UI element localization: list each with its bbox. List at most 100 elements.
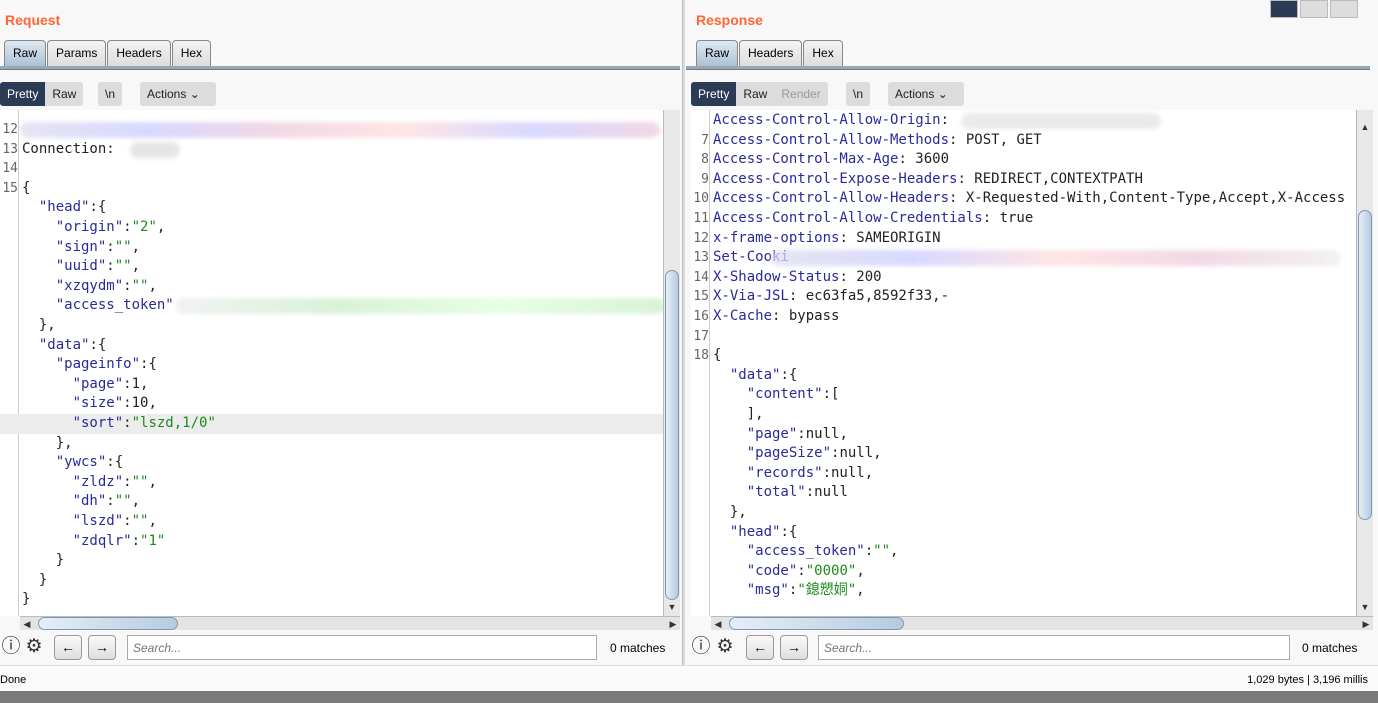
code-token: Access-Control-Allow-Headers	[713, 190, 950, 207]
line-text: "data":{	[22, 336, 106, 356]
line-text: "total":null	[713, 483, 848, 503]
newline-toggle[interactable]: \n	[846, 82, 871, 106]
view-pretty-button[interactable]: Pretty	[691, 82, 737, 106]
code-token: "sign"	[55, 238, 107, 255]
code-token: :	[123, 277, 132, 294]
tab-hex[interactable]: Hex	[803, 40, 843, 67]
code-token: :{	[780, 523, 798, 540]
code-line: 11 Access-Control-Allow-Credentials: true	[691, 209, 1356, 229]
line-text: X-Shadow-Status: 200	[713, 268, 882, 288]
code-line: "lszd":"",	[0, 512, 663, 532]
window-bottom-edge	[0, 691, 1378, 703]
scroll-right-icon[interactable]: ▶	[1359, 617, 1373, 631]
tab-raw[interactable]: Raw	[4, 40, 47, 67]
line-text: {	[22, 179, 30, 199]
line-number: 18	[693, 348, 709, 364]
actions-button[interactable]: Actions ⌄	[888, 82, 964, 106]
code-token: ""	[114, 238, 132, 255]
code-token: ""	[114, 493, 132, 510]
request-vertical-scrollbar[interactable]: ▼	[663, 110, 680, 616]
code-token: :1,	[123, 375, 149, 392]
redacted-region	[175, 298, 663, 314]
help-icon[interactable]: ⓘ	[0, 636, 22, 658]
code-token: "2"	[131, 219, 157, 235]
code-line: "dh":"",	[0, 492, 663, 512]
scroll-thumb[interactable]	[1358, 210, 1372, 520]
line-text: "sign":"",	[22, 238, 140, 258]
code-token: }	[22, 571, 48, 588]
view-raw-button[interactable]: Raw	[45, 82, 84, 106]
code-token: ,	[856, 582, 865, 599]
code-line: "zldz":"",	[0, 473, 663, 493]
request-editor[interactable]: 12 13 Connection: 14 15{ "head":{ "origin":…	[0, 110, 663, 616]
line-text: Connection:	[22, 140, 123, 160]
line-text: "xzqydm":"",	[22, 277, 157, 297]
code-token: "head"	[38, 199, 90, 216]
code-token: },	[22, 317, 56, 333]
code-token: "pageSize"	[746, 445, 832, 462]
tab-raw[interactable]: Raw	[696, 40, 739, 67]
gear-icon[interactable]: ⚙	[714, 636, 736, 658]
line-number: 14	[693, 269, 709, 285]
previous-match-button[interactable]: ←	[746, 635, 774, 660]
tab-headers[interactable]: Headers	[107, 40, 171, 67]
code-line: "origin":"2",	[0, 218, 663, 238]
line-number: 16	[693, 309, 709, 324]
response-vertical-scrollbar[interactable]: ▲ ▼	[1356, 110, 1373, 616]
line-text: "zdqlr":"1"	[22, 532, 166, 552]
code-token: : X-Requested-With,Content-Type,Accept,X…	[949, 190, 1346, 207]
request-match-count: 0 matches	[610, 641, 666, 655]
newline-toggle[interactable]: \n	[98, 82, 123, 106]
split-horizontal-toggle[interactable]	[1270, 0, 1298, 18]
response-editor[interactable]: Access-Control-Allow-Origin: 7 Access-Con…	[691, 110, 1356, 616]
tab-hex[interactable]: Hex	[171, 40, 212, 67]
scroll-right-icon[interactable]: ▶	[666, 617, 680, 631]
code-token: }	[22, 591, 31, 608]
line-text: Access-Control-Expose-Headers: REDIRECT,…	[713, 170, 1143, 190]
tab-params[interactable]: Params	[47, 40, 107, 67]
actions-button[interactable]: Actions ⌄	[140, 82, 216, 106]
split-pane-divider[interactable]	[682, 0, 685, 665]
help-icon[interactable]: ⓘ	[690, 636, 712, 658]
code-token: :{	[89, 336, 107, 353]
scroll-thumb[interactable]	[729, 617, 904, 630]
line-text: }	[22, 571, 47, 591]
line-number: 8	[701, 152, 709, 168]
next-match-button[interactable]: →	[780, 635, 808, 660]
code-token: Access-Control-Allow-Origin	[713, 112, 941, 128]
request-horizontal-scrollbar[interactable]: ◀ ▶	[20, 616, 680, 630]
response-horizontal-scrollbar[interactable]: ◀ ▶	[711, 616, 1373, 630]
tab-headers[interactable]: Headers	[739, 40, 803, 67]
line-text: {	[713, 346, 721, 366]
scroll-down-icon[interactable]: ▼	[665, 600, 679, 614]
response-match-count: 0 matches	[1302, 641, 1358, 655]
next-match-button[interactable]: →	[88, 635, 116, 660]
scroll-up-icon[interactable]: ▲	[1358, 120, 1372, 134]
code-token: :	[106, 258, 115, 275]
scroll-left-icon[interactable]: ◀	[711, 617, 725, 631]
scroll-thumb[interactable]	[38, 617, 178, 630]
line-text: Access-Control-Allow-Credentials: true	[713, 209, 1033, 229]
scroll-down-icon[interactable]: ▼	[1358, 600, 1372, 614]
response-search-input[interactable]	[818, 635, 1290, 660]
code-token: :null,	[822, 464, 874, 481]
line-number: 17	[693, 328, 709, 344]
tabs-view-toggle[interactable]	[1330, 0, 1358, 18]
view-raw-button[interactable]: Raw	[736, 82, 775, 106]
code-token: : 3600	[898, 151, 950, 168]
code-line: "xzqydm":"",	[0, 277, 663, 297]
split-vertical-toggle[interactable]	[1300, 0, 1328, 18]
code-token: "content"	[746, 386, 823, 403]
code-token: "data"	[38, 336, 90, 353]
view-render-button[interactable]: Render	[774, 82, 828, 106]
request-search-input[interactable]	[127, 635, 597, 660]
previous-match-button[interactable]: ←	[54, 635, 82, 660]
redacted-region	[20, 122, 660, 138]
gear-icon[interactable]: ⚙	[23, 636, 45, 658]
view-pretty-button[interactable]: Pretty	[0, 82, 46, 106]
scroll-left-icon[interactable]: ◀	[20, 617, 34, 631]
code-token: "page"	[72, 375, 124, 392]
scroll-thumb[interactable]	[665, 270, 679, 600]
